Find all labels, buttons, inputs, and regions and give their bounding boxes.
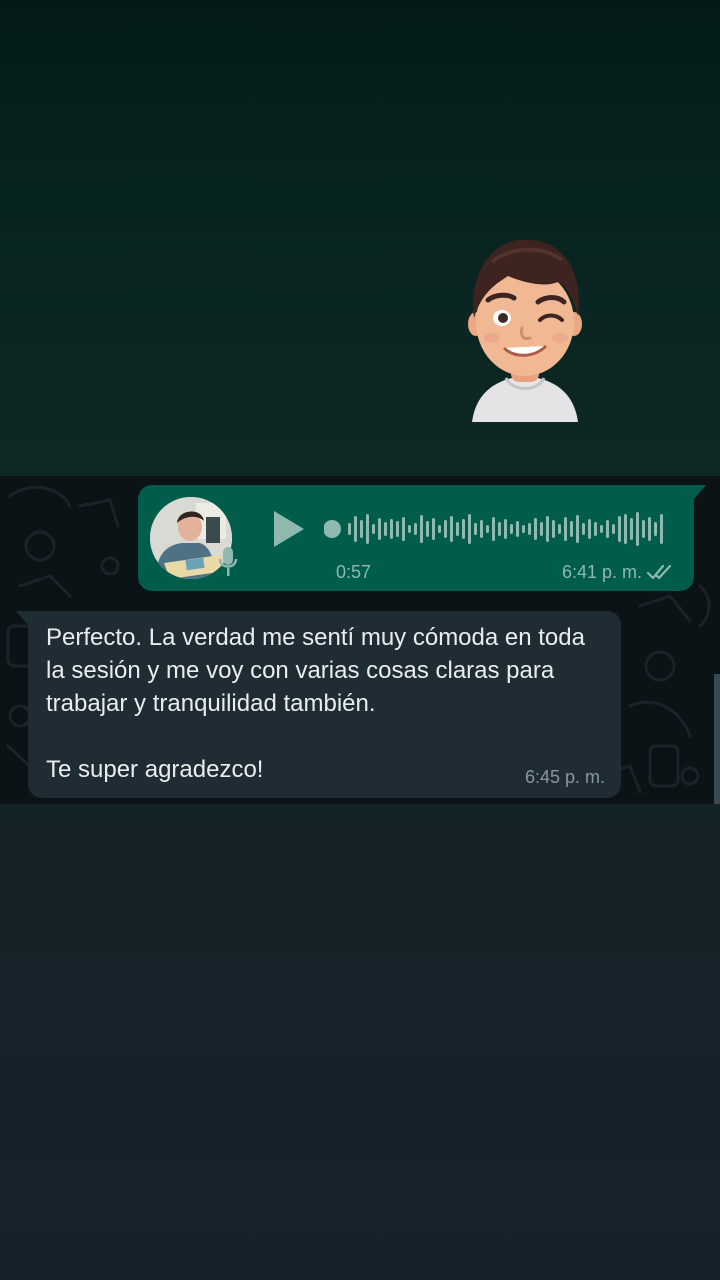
waveform-bar — [492, 517, 495, 541]
microphone-icon — [218, 547, 238, 576]
waveform-bar — [402, 517, 405, 541]
waveform-bar — [612, 524, 615, 534]
waveform-bar — [510, 524, 513, 534]
progress-knob[interactable] — [324, 520, 341, 538]
chat-area[interactable]: 0:57 6:41 p. m. Perfecto. La verdad me s… — [0, 476, 720, 804]
waveform-bar — [630, 518, 633, 540]
waveform-bar — [648, 517, 651, 541]
waveform-bar — [636, 512, 639, 546]
waveform-bar — [438, 525, 441, 533]
voice-duration: 0:57 — [336, 562, 372, 582]
bubble-tail — [694, 485, 706, 499]
waveform-bar — [582, 523, 585, 535]
scrollbar[interactable] — [714, 674, 720, 804]
waveform-bar — [522, 525, 525, 533]
waveform-bar — [450, 516, 453, 542]
waveform-bar — [606, 520, 609, 538]
waveform-bar — [594, 522, 597, 536]
waveform-icon[interactable] — [324, 509, 670, 549]
waveform-bar — [378, 518, 381, 540]
top-background — [0, 0, 720, 476]
waveform-bar — [570, 521, 573, 537]
waveform-bar — [426, 521, 429, 537]
waveform-bar — [618, 516, 621, 542]
waveform-bar — [564, 517, 567, 541]
message-text: Perfecto. La verdad me sentí muy cómoda … — [46, 624, 585, 783]
waveform-bar — [540, 522, 543, 536]
waveform-bar — [546, 516, 549, 542]
waveform-bar — [558, 524, 561, 534]
waveform-bar — [552, 520, 555, 538]
waveform-bar — [468, 514, 471, 544]
play-button[interactable] — [266, 507, 310, 551]
waveform-bar — [654, 522, 657, 536]
play-icon — [274, 511, 304, 547]
bottom-background — [0, 804, 720, 1280]
waveform-bar — [588, 519, 591, 539]
double-check-icon — [646, 564, 672, 580]
waveform-bar — [660, 514, 663, 544]
waveform-bar — [624, 514, 627, 544]
waveform-bar — [366, 514, 369, 544]
waveform-bar — [420, 515, 423, 543]
waveform-bar — [642, 520, 645, 538]
waveform-bar — [600, 525, 603, 533]
waveform-bar — [372, 524, 375, 534]
waveform-bar — [516, 521, 519, 537]
waveform-bar — [414, 523, 417, 535]
incoming-message-bubble[interactable]: Perfecto. La verdad me sentí muy cómoda … — [16, 611, 621, 798]
waveform-bar — [498, 522, 501, 536]
waveform-bar — [504, 519, 507, 539]
waveform-bar — [396, 521, 399, 537]
message-timestamp: 6:45 p. m. — [524, 767, 605, 787]
waveform-bar — [534, 518, 537, 540]
waveform-bar — [390, 519, 393, 539]
message-timestamp: 6:41 p. m. — [561, 562, 642, 582]
waveform-bar — [474, 523, 477, 535]
waveform-bar — [576, 515, 579, 543]
waveform-bar — [486, 525, 489, 533]
winking-avatar-sticker-icon[interactable] — [462, 232, 588, 422]
waveform-bar — [444, 520, 447, 538]
voice-message-bubble[interactable]: 0:57 6:41 p. m. — [138, 485, 706, 591]
waveform-bar — [384, 522, 387, 536]
waveform-bar — [348, 523, 351, 535]
waveform-bar — [354, 516, 357, 542]
waveform-bar — [432, 518, 435, 540]
waveform-bar — [480, 520, 483, 538]
waveform-bar — [408, 525, 411, 533]
waveform-bar — [528, 523, 531, 535]
waveform-bar — [456, 522, 459, 536]
waveform-bar — [360, 520, 363, 538]
bubble-tail — [16, 611, 28, 625]
waveform-bar — [462, 519, 465, 539]
